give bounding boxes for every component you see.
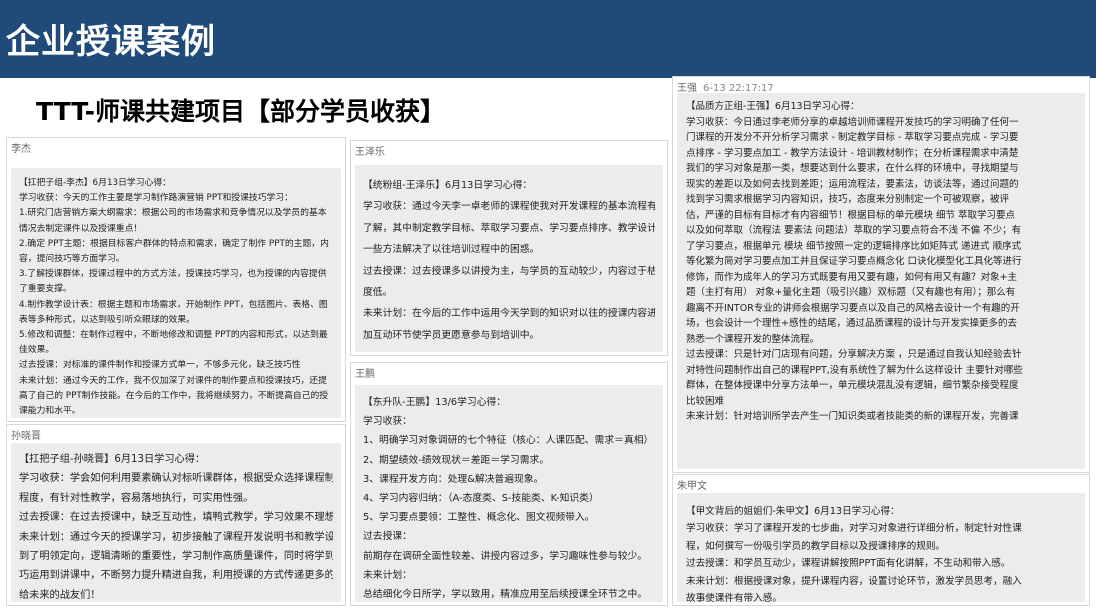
message-line: 表等多种形式，以达到吸引听众眼球的效果。 — [19, 314, 195, 325]
message-line: 3.了解授课群体，授课过程中的方式方法，授课技巧学习，也为授课的内容提供 — [19, 269, 327, 280]
chat-card-sun: 孙晓晋 【扛把子组-孙晓晋】6月13日学习心得： 学习收获：学会如何利用要素确认对… — [6, 424, 346, 606]
message-line: 1、明确学习对象调研的七个特征（核心：人课匹配、需求＝真相） — [363, 435, 654, 447]
message-bubble: 【扛把子组-李杰】6月13日学习心得： 学习收获：今天的工作主要是学习制作路演营销… — [11, 168, 341, 418]
chat-card-li: 李杰 【扛把子组-李杰】6月13日学习心得： 学习收获：今天的工作主要是学习制作路… — [6, 137, 346, 422]
message-bubble: 【统粉组-王泽乐】6月13日学习心得： 学习收获：通过今天李一卓老师的课程使我对开… — [355, 165, 663, 352]
message-line: 到了明领定向，逻辑清晰的重要性，学习制作高质量课件，同时将学到的授课技 — [19, 551, 333, 563]
message-line: 学习收获：今天的工作主要是学习制作路演营销 PPT和授课技巧学习： — [19, 193, 293, 204]
message-bubble: 【东升队-王鹏】13/6学习心得： 学习收获： 1、明确学习对象调研的七个特征（核心… — [355, 385, 663, 602]
message-line: 比较困难 — [686, 395, 725, 407]
message-line: 题（主打有用） 对象+量化主题（吸引兴趣）双标题（又有趣也有用）；那么有 — [686, 287, 1016, 298]
message-line: 1.研究门店营销方案大纲需求：根据公司的市场需求和竞争情况以及学员的基本 — [19, 208, 327, 219]
message-line: 趣离不开INTOR专业的讲师会根据学习要点以及自己的风格去设计一个有趣的开 — [686, 302, 1020, 314]
message-line: 过去授课：在过去授课中，缺乏互动性，填鸭式教学，学习效果不理想。 — [19, 512, 333, 524]
message-line: 容，提问技巧等方面学习。 — [19, 254, 125, 265]
message-line: 修饰，而作为成年人的学习方式既要有用又要有趣，如何有用又有趣？对象+主 — [686, 271, 1017, 283]
message-line: 度低。 — [363, 287, 393, 299]
message-line: 2、期望绩效-绩效现状＝差距＝学习需求。 — [363, 454, 550, 466]
message-line: 【甲文背后的姐姐们-朱甲文】6月13日学习心得： — [686, 506, 900, 517]
message-line: 2.确定 PPT主题：根据目标客户群体的特点和需求，确定了制作 PPT的主题，内 — [19, 238, 329, 249]
message-line: 【东升队-王鹏】13/6学习心得： — [363, 397, 507, 408]
message-line: 程度，有针对性教学，容易落地执行，可实用性强。 — [19, 492, 254, 504]
message-line: 总结细化今日所学，学以致用，精准应用至后续授课全环节之中。 — [363, 589, 648, 601]
message-line: 过去授课：和学员互动少，课程讲解按照PPT面有化讲解，不生动和带入感。 — [686, 558, 1011, 570]
page-title: 企业授课案例 — [6, 22, 216, 62]
message-line: 过去授课：过去授课多以讲授为主，与学员的互动较少，内容过于枯燥员工参与 — [363, 265, 655, 277]
chat-card-wangp: 王鹏 【东升队-王鹏】13/6学习心得： 学习收获： 1、明确学习对象调研的七个特征… — [350, 362, 668, 606]
message-line: 未来计划：通过今天的工作，我不仅加深了对课件的制作要点和授课技巧，还提 — [19, 375, 327, 386]
message-line: 过去授课：对标准的课件制作和授课方式单一，不够多元化，缺乏技巧性 — [19, 360, 301, 371]
message-line: 我们的学习对象是那一类，想要达到什么要求，在什么样的环境中，寻找期望与 — [686, 163, 1019, 174]
message-line: 课能力和水平。 — [19, 406, 81, 417]
message-line: 未来计划：在今后的工作中运用今天学到的知识对以往的授课内容进行优化，增 — [363, 308, 655, 320]
message-line: 巧运用到讲课中，不断努力提升精进自我，利用授课的方式传递更多的行业知识 — [19, 570, 333, 582]
message-bubble: 【品质方正组-王强】6月13日学习心得： 学习收获：今日通过李老师分享的卓越培训师… — [677, 93, 1085, 469]
message-line: 学习收获：学会如何利用要素确认对标听课群体，根据受众选择课程制定的难易 — [19, 473, 333, 485]
message-line: 给未来的战友们！ — [19, 589, 101, 601]
message-line: 学习收获：通过今天李一卓老师的课程使我对开发课程的基本流程有了更深入的 — [363, 201, 655, 213]
sender-header: 王强 6-13 22:17:17 — [677, 79, 774, 94]
chat-card-wangq: 王强 6-13 22:17:17 【品质方正组-王强】6月13日学习心得： 学习收获… — [672, 76, 1090, 473]
message-line: 过去授课： — [363, 531, 412, 543]
sender-name: 王泽乐 — [355, 147, 385, 158]
message-line: 【品质方正组-王强】6月13日学习心得： — [686, 101, 860, 112]
message-line: 程，如何撰写一份吸引学员的教学目标以及授课排序的规则。 — [686, 540, 946, 552]
message-line: 熟悉一个课程开发的整体流程。 — [686, 333, 820, 345]
message-line: 了解，其中制定教学目标、萃取学习要点、学习要点排序、教学设计板块介绍的 — [363, 222, 655, 234]
message-line: 了学习要点，根据单元 模块 细节按照一定的逻辑排序比如矩阵式 递进式 顺序式 — [686, 240, 1022, 252]
message-line: 过去授课：只是针对门店现有问题，分享解决方案 ，只是通过自我认知经验去针 — [686, 349, 1022, 360]
message-line: 加互动环节使学员更愿意参与到培训中。 — [363, 329, 540, 341]
header-bar: 企业授课案例 — [0, 0, 1096, 78]
message-line: 以及如何萃取（流程法 要素法 问题法）萃取的学习要点符合不浅 不偏 不少；有 — [686, 225, 1022, 236]
message-line: 一些方法解决了以往培训过程中的困惑。 — [363, 244, 540, 256]
message-line: 学习收获：今日通过李老师分享的卓越培训师课程开发技巧的学习明确了任何一 — [686, 116, 1019, 128]
message-line: 高了自己的 PPT制作技能。在今后的工作中，我将继续努力，不断提高自己的授 — [19, 390, 329, 401]
message-line: 学习收获：学习了课程开发的七步曲，对学习对象进行详细分析，制定针对性课 — [686, 523, 1022, 535]
message-line: 等化繁为简对学习要点加工并且保证学习要点概念化 口诀化模型化工具化等进行 — [686, 256, 1022, 267]
message-line: 找到学习需求根据学习内容知识，技巧，态度来分别制定一个可被观察，被评 — [686, 194, 1010, 205]
sender-name: 朱甲文 — [677, 481, 707, 492]
message-line: 未来计划：根据授课对象，提升课程内容，设置讨论环节，激发学员思考，融入 — [686, 575, 1022, 587]
sender-name: 王鹏 — [355, 369, 375, 380]
sender-name: 李杰 — [11, 144, 31, 155]
message-line: 对特性问题制作出自己的课程PPT,没有系统性了解为什么这样设计 主要针对哪些 — [686, 364, 1023, 376]
message-line: 情况去制定课件以及授课重点！ — [19, 223, 143, 234]
message-line: 【统粉组-王泽乐】6月13日学习心得： — [363, 180, 533, 191]
section-subtitle: TTT-师课共建项目【部分学员收获】 — [36, 97, 446, 126]
message-line: 现实的差距以及如何去找到差距；运用流程法，要素法，访谈法等，通过问题的 — [686, 178, 1019, 190]
message-line: 点排序 - 学习要点加工 - 教学方法设计 - 培训教材制作；在分析课程需求中清… — [686, 147, 1019, 159]
message-line: 4、学习内容归纳：（A-态度类、S-技能类、K-知识类） — [363, 493, 599, 505]
message-line: 5、学习要点要领：工整性、概念化、图文视频带入。 — [363, 512, 595, 524]
message-line: 3、课程开发方向：处理&解决普遍现象。 — [363, 473, 544, 485]
chat-card-zhu: 朱甲文 【甲文背后的姐姐们-朱甲文】6月13日学习心得： 学习收获：学习了课程开发… — [672, 474, 1090, 606]
chat-card-wangze: 王泽乐 【统粉组-王泽乐】6月13日学习心得： 学习收获：通过今天李一卓老师的课程… — [350, 140, 668, 356]
message-bubble: 【扛把子组-孙晓晋】6月13日学习心得： 学习收获：学会如何利用要素确认对标听课群… — [11, 443, 341, 602]
message-line: 5.修改和调整：在制作过程中，不断地修改和调整 PPT的内容和形式，以达到最 — [19, 330, 328, 341]
message-line: 群体，在整体授课中分享方法单一，单元模块混乱没有逻辑，细节繁杂接受程度 — [686, 380, 1019, 391]
message-line: 学习收获： — [363, 416, 412, 428]
sender-name: 孙晓晋 — [11, 431, 41, 442]
message-line: 估，严谨的目标有目标才有内容细节！根据目标的单元模块 细节 萃取学习要点 — [686, 209, 1016, 221]
message-line: 4.制作教学设计表：根据主题和市场需求，开始制作 PPT，包括图片、表格、图 — [19, 299, 328, 310]
message-line: 了重要支撑。 — [19, 284, 72, 295]
message-bubble: 【甲文背后的姐姐们-朱甲文】6月13日学习心得： 学习收获：学习了课程开发的七步曲… — [677, 493, 1085, 602]
message-line: 未来计划：针对培训所学去产生一门知识类或者技能类的新的课程开发，完善课 — [686, 411, 1019, 422]
message-line: 场，也会设计一个理性+感性的结尾，通过品质课程的设计与开发实操更多的去 — [686, 318, 1017, 329]
message-line: 前期存在调研全面性较差、讲授内容过多，学习趣味性参与较少。 — [363, 550, 648, 562]
message-line: 未来计划：通过今天的授课学习，初步接触了课程开发说明书和教学设计，感受 — [19, 531, 333, 543]
message-line: 【扛把子组-孙晓晋】6月13日学习心得： — [19, 454, 206, 465]
message-line: 佳效果。 — [19, 345, 55, 356]
message-line: 故事使课件有带入感。 — [686, 593, 782, 602]
message-line: 【扛把子组-李杰】6月13日学习心得： — [19, 178, 171, 188]
message-line: 门课程的开发分不开分析学习需求 - 制定教学目标 - 萃取学习要点完成 - 学习… — [686, 132, 1019, 143]
message-line: 未来计划： — [363, 569, 412, 581]
